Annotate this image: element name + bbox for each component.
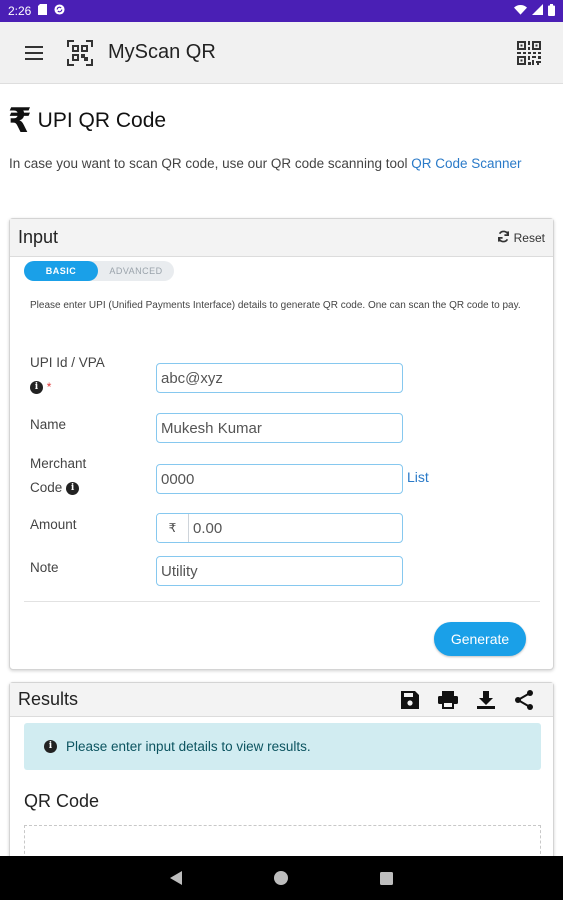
note-label: Note bbox=[30, 560, 59, 575]
name-label: Name bbox=[30, 417, 67, 432]
generate-button[interactable]: Generate bbox=[434, 622, 526, 656]
recents-icon[interactable] bbox=[380, 871, 393, 885]
upi-id-label-text: UPI Id / VPA bbox=[30, 355, 105, 370]
merchant-code-label: Merchant Code i bbox=[30, 452, 86, 500]
tab-basic[interactable]: BASIC bbox=[24, 261, 98, 281]
reset-label: Reset bbox=[513, 230, 545, 245]
divider bbox=[24, 601, 540, 602]
results-actions bbox=[399, 689, 545, 711]
info-icon[interactable]: i bbox=[30, 380, 43, 394]
amount-input[interactable]: 0.00 bbox=[189, 514, 402, 542]
app-title: MyScan QR bbox=[108, 41, 216, 63]
back-icon[interactable] bbox=[170, 871, 182, 885]
amount-input-group[interactable]: ₹ 0.00 bbox=[156, 513, 403, 543]
note-input[interactable]: Utility bbox=[156, 556, 403, 586]
menu-icon[interactable] bbox=[16, 35, 52, 71]
required-mark: * bbox=[46, 380, 52, 394]
intro-text: In case you want to scan QR code, use ou… bbox=[9, 152, 549, 176]
info-icon[interactable]: i bbox=[66, 481, 80, 495]
app-logo-icon bbox=[66, 39, 94, 67]
home-icon[interactable] bbox=[274, 871, 288, 885]
input-card-header: Input Reset bbox=[10, 219, 553, 257]
tab-advanced[interactable]: ADVANCED bbox=[98, 261, 174, 281]
system-nav-bar bbox=[0, 856, 563, 900]
alert-text: Please enter input details to view resul… bbox=[66, 739, 311, 754]
merchant-list-link[interactable]: List bbox=[407, 469, 429, 485]
qr-code-icon[interactable] bbox=[511, 35, 547, 71]
merchant-label-line2: Code bbox=[30, 480, 63, 495]
results-card-title: Results bbox=[18, 689, 79, 709]
rupee-prefix: ₹ bbox=[157, 514, 189, 542]
print-icon[interactable] bbox=[437, 689, 459, 711]
results-card: Results i Please enter input details to … bbox=[9, 682, 554, 856]
battery-icon bbox=[548, 3, 555, 19]
status-bar: 2:26 bbox=[0, 0, 563, 22]
input-card-title: Input bbox=[18, 227, 59, 247]
app-bar: MyScan QR bbox=[0, 22, 563, 84]
page-heading: ₹ UPI QR Code bbox=[8, 104, 166, 138]
content: ₹ UPI QR Code In case you want to scan Q… bbox=[0, 84, 563, 856]
refresh-icon bbox=[497, 230, 510, 246]
signal-icon bbox=[532, 4, 543, 18]
save-icon[interactable] bbox=[399, 689, 421, 711]
results-card-header: Results bbox=[10, 683, 553, 717]
upi-id-label: UPI Id / VPA i * bbox=[30, 351, 105, 399]
status-time: 2:26 bbox=[8, 4, 32, 18]
wifi-icon bbox=[514, 4, 527, 18]
mode-tabs: BASIC ADVANCED bbox=[24, 261, 174, 281]
merchant-label-line1: Merchant bbox=[30, 456, 87, 471]
form-description: Please enter UPI (Unified Payments Inter… bbox=[30, 300, 521, 311]
sd-card-icon bbox=[38, 4, 48, 18]
share-icon[interactable] bbox=[513, 689, 535, 711]
rupee-icon: ₹ bbox=[8, 101, 32, 141]
qr-code-heading: QR Code bbox=[24, 791, 100, 811]
download-icon[interactable] bbox=[475, 689, 497, 711]
reset-button[interactable]: Reset bbox=[497, 230, 545, 246]
qr-scanner-link[interactable]: QR Code Scanner bbox=[411, 156, 521, 171]
merchant-code-input[interactable]: 0000 bbox=[156, 464, 403, 494]
name-input[interactable]: Mukesh Kumar bbox=[156, 413, 403, 443]
page-title: UPI QR Code bbox=[37, 109, 167, 132]
info-icon: i bbox=[44, 740, 57, 753]
intro-text-body: In case you want to scan QR code, use ou… bbox=[9, 156, 412, 171]
amount-label: Amount bbox=[30, 517, 77, 532]
qr-code-placeholder bbox=[24, 825, 541, 856]
upi-id-input[interactable]: abc@xyz bbox=[156, 363, 403, 393]
sync-icon bbox=[54, 4, 65, 18]
input-card: Input Reset BASIC ADVANCED Please enter … bbox=[9, 218, 554, 670]
info-alert: i Please enter input details to view res… bbox=[24, 723, 541, 770]
